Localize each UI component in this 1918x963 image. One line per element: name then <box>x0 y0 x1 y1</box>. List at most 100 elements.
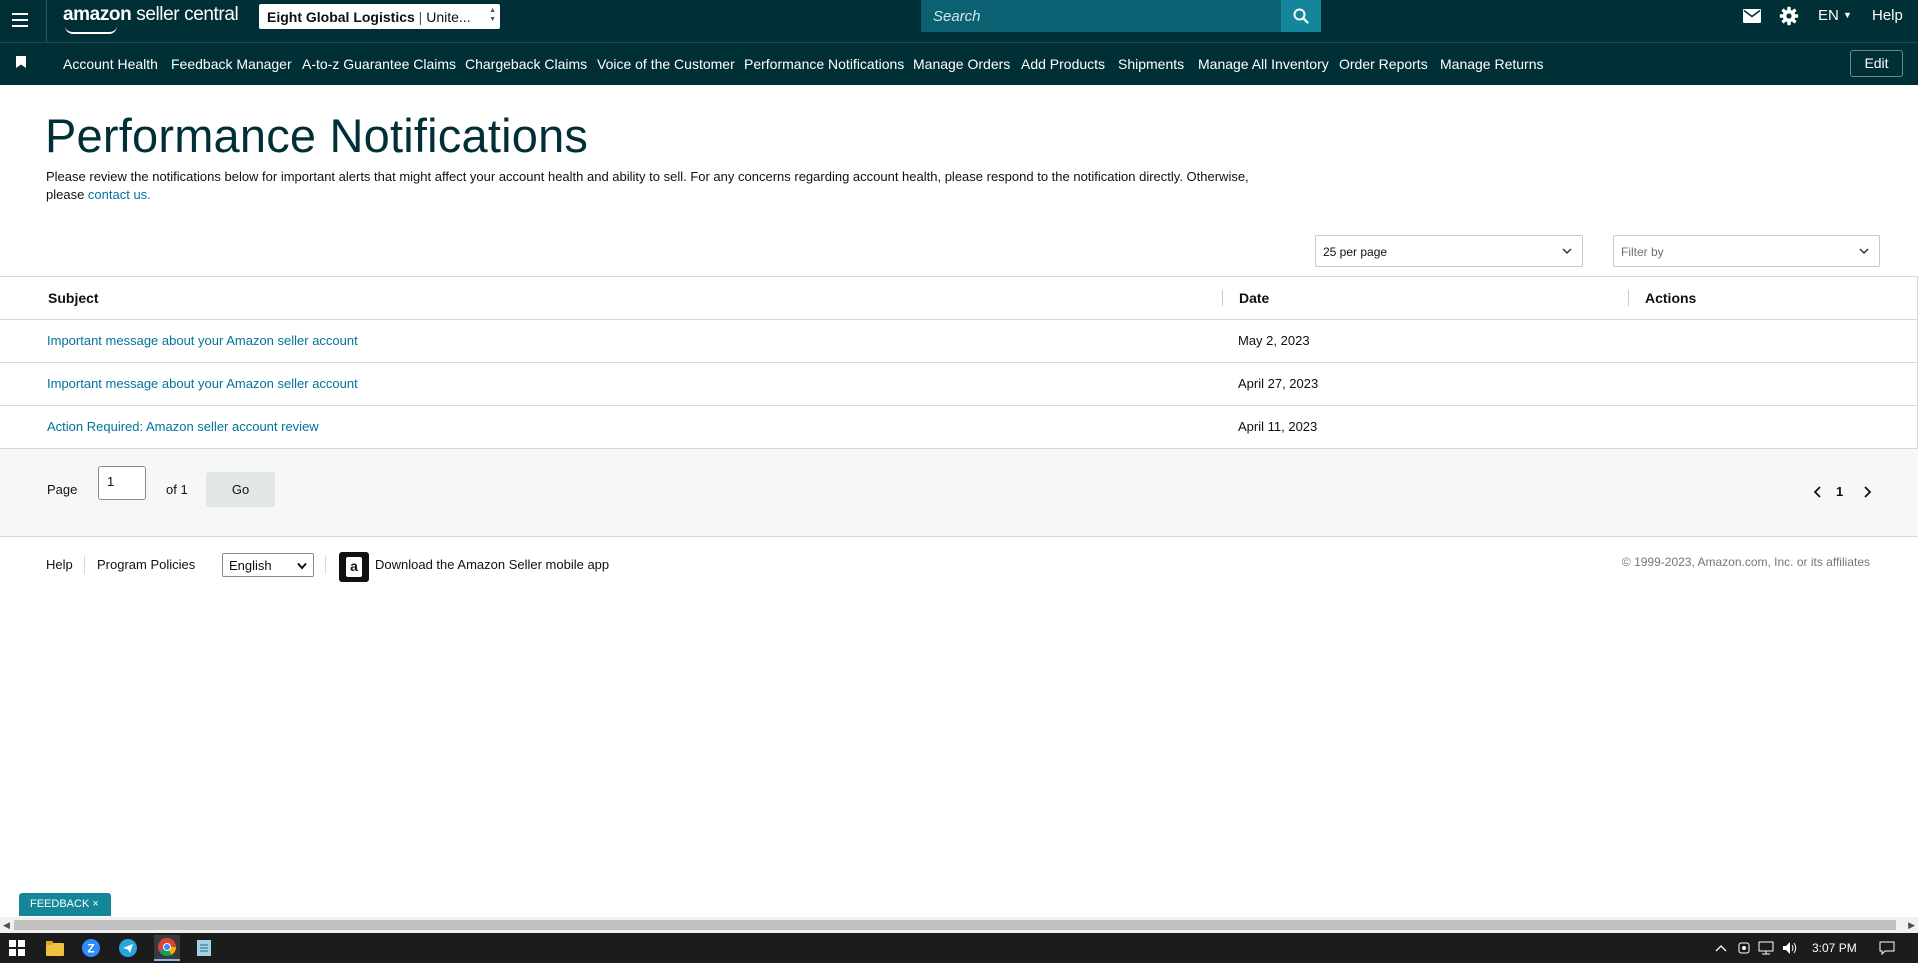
telegram-icon[interactable] <box>117 938 139 958</box>
search-button[interactable] <box>1281 0 1321 32</box>
scrollbar-thumb[interactable] <box>14 920 1896 930</box>
notification-subject-link[interactable]: Action Required: Amazon seller account r… <box>47 419 319 434</box>
edit-nav-button[interactable]: Edit <box>1850 50 1903 77</box>
nav-voice-of-customer[interactable]: Voice of the Customer <box>597 56 735 72</box>
mail-icon[interactable] <box>1743 9 1761 23</box>
top-header: amazon seller central Eight Global Logis… <box>0 0 1918 42</box>
logo-rest-text: seller central <box>131 4 239 25</box>
filter-select[interactable]: Filter by <box>1613 235 1880 267</box>
table-row: Action Required: Amazon seller account r… <box>0 406 1918 449</box>
chevron-down-icon <box>1562 248 1572 255</box>
nav-manage-inventory[interactable]: Manage All Inventory <box>1198 56 1329 72</box>
svg-text:a: a <box>350 558 358 574</box>
logo-smile <box>65 26 117 34</box>
seller-central-logo[interactable]: amazon seller central <box>63 4 239 34</box>
notification-subject-link[interactable]: Important message about your Amazon sell… <box>47 376 358 391</box>
tray-chevron-up-icon[interactable] <box>1710 938 1732 958</box>
file-explorer-icon[interactable] <box>44 938 66 958</box>
go-button[interactable]: Go <box>206 472 275 507</box>
zoom-app-icon[interactable]: Z <box>80 938 102 958</box>
scroll-right-icon[interactable]: ▶ <box>1908 920 1915 931</box>
nav-performance-notifications[interactable]: Performance Notifications <box>744 56 904 72</box>
scroll-left-icon[interactable]: ◀ <box>3 920 10 931</box>
intro-body: Please review the notifications below fo… <box>46 169 1249 202</box>
nav-shipments[interactable]: Shipments <box>1118 56 1184 72</box>
footer: Help Program Policies English a Download… <box>0 540 1918 590</box>
feedback-tab[interactable]: FEEDBACK × <box>19 893 111 916</box>
copyright-text: © 1999-2023, Amazon.com, Inc. or its aff… <box>1621 555 1870 569</box>
help-link[interactable]: Help <box>1872 7 1903 24</box>
nav-manage-returns[interactable]: Manage Returns <box>1440 56 1544 72</box>
search-placeholder: Search <box>933 8 981 25</box>
current-page-number[interactable]: 1 <box>1836 484 1843 499</box>
nav-account-health[interactable]: Account Health <box>63 56 158 72</box>
footer-divider <box>84 556 85 574</box>
amazon-a-logo: a <box>346 557 362 577</box>
search-input[interactable]: Search <box>921 0 1281 32</box>
nav-chargeback-claims[interactable]: Chargeback Claims <box>465 56 587 72</box>
header-actions: Actions <box>1645 290 1697 306</box>
footer-help-link[interactable]: Help <box>46 557 73 572</box>
notification-date: May 2, 2023 <box>1238 333 1310 348</box>
network-icon[interactable] <box>1755 938 1777 958</box>
notification-subject-link[interactable]: Important message about your Amazon sell… <box>47 333 358 348</box>
nav-add-products[interactable]: Add Products <box>1021 56 1105 72</box>
notifications-icon[interactable] <box>1876 938 1898 958</box>
notifications-table: Subject Date Actions Important message a… <box>0 276 1918 449</box>
store-region: Unite... <box>426 9 471 25</box>
taskbar-clock[interactable]: 3:07 PM <box>1812 941 1857 955</box>
chevron-left-icon[interactable] <box>1813 486 1823 498</box>
search-icon <box>1293 8 1309 24</box>
page-label: Page <box>47 482 78 497</box>
chrome-icon[interactable] <box>154 935 180 961</box>
pagination-bar: Page 1 of 1 Go 1 <box>0 449 1918 537</box>
notification-date: April 11, 2023 <box>1238 419 1318 434</box>
chevron-right-icon[interactable] <box>1862 486 1872 498</box>
nav-order-reports[interactable]: Order Reports <box>1339 56 1428 72</box>
filter-placeholder: Filter by <box>1621 245 1664 259</box>
per-page-value: 25 per page <box>1323 245 1388 259</box>
intro-text: Please review the notifications below fo… <box>46 168 1276 204</box>
spinner-arrows-icon: ▲ ▼ <box>489 7 496 23</box>
svg-text:Z: Z <box>87 942 94 956</box>
footer-language-value: English <box>229 558 272 573</box>
footer-divider <box>325 556 326 574</box>
column-divider <box>1222 290 1223 306</box>
chevron-down-icon <box>1859 248 1869 255</box>
program-policies-link[interactable]: Program Policies <box>97 557 195 572</box>
meet-now-icon[interactable] <box>1733 938 1755 958</box>
page-title: Performance Notifications <box>45 109 589 162</box>
amazon-app-icon[interactable]: a <box>339 552 369 582</box>
table-row: Important message about your Amazon sell… <box>0 320 1918 363</box>
header-subject[interactable]: Subject <box>48 290 99 306</box>
windows-start-icon[interactable] <box>6 938 28 958</box>
language-label: EN <box>1818 7 1839 24</box>
footer-language-select[interactable]: English <box>222 553 314 577</box>
header-date[interactable]: Date <box>1239 290 1269 306</box>
page-count-label: of 1 <box>166 482 188 497</box>
store-name: Eight Global Logistics <box>267 9 415 25</box>
language-dropdown[interactable]: EN ▼ <box>1818 7 1852 24</box>
chevron-down-icon <box>297 562 307 570</box>
windows-taskbar: Z 3:07 PM <box>0 933 1918 963</box>
contact-us-link[interactable]: contact us. <box>88 187 151 202</box>
volume-icon[interactable] <box>1779 938 1801 958</box>
bookmark-icon[interactable] <box>16 56 26 68</box>
nav-a-to-z-claims[interactable]: A-to-z Guarantee Claims <box>302 56 456 72</box>
download-app-link[interactable]: Download the Amazon Seller mobile app <box>375 557 609 572</box>
menu-icon[interactable] <box>12 9 32 31</box>
column-divider <box>1628 290 1629 306</box>
store-selector[interactable]: Eight Global Logistics | Unite... ▲ ▼ <box>259 4 500 29</box>
nav-manage-orders[interactable]: Manage Orders <box>913 56 1010 72</box>
page-number-input[interactable]: 1 <box>98 466 146 500</box>
nav-bar: Account Health Feedback Manager A-to-z G… <box>0 42 1918 85</box>
horizontal-scrollbar[interactable]: ◀ ▶ <box>0 917 1918 933</box>
per-page-select[interactable]: 25 per page <box>1315 235 1583 267</box>
store-divider: | <box>414 9 427 25</box>
header-divider <box>46 0 47 42</box>
logo-bold-text: amazon <box>63 4 132 25</box>
nav-feedback-manager[interactable]: Feedback Manager <box>171 56 292 72</box>
gear-icon[interactable] <box>1779 6 1799 26</box>
table-row: Important message about your Amazon sell… <box>0 363 1918 406</box>
notepad-icon[interactable] <box>193 938 215 958</box>
